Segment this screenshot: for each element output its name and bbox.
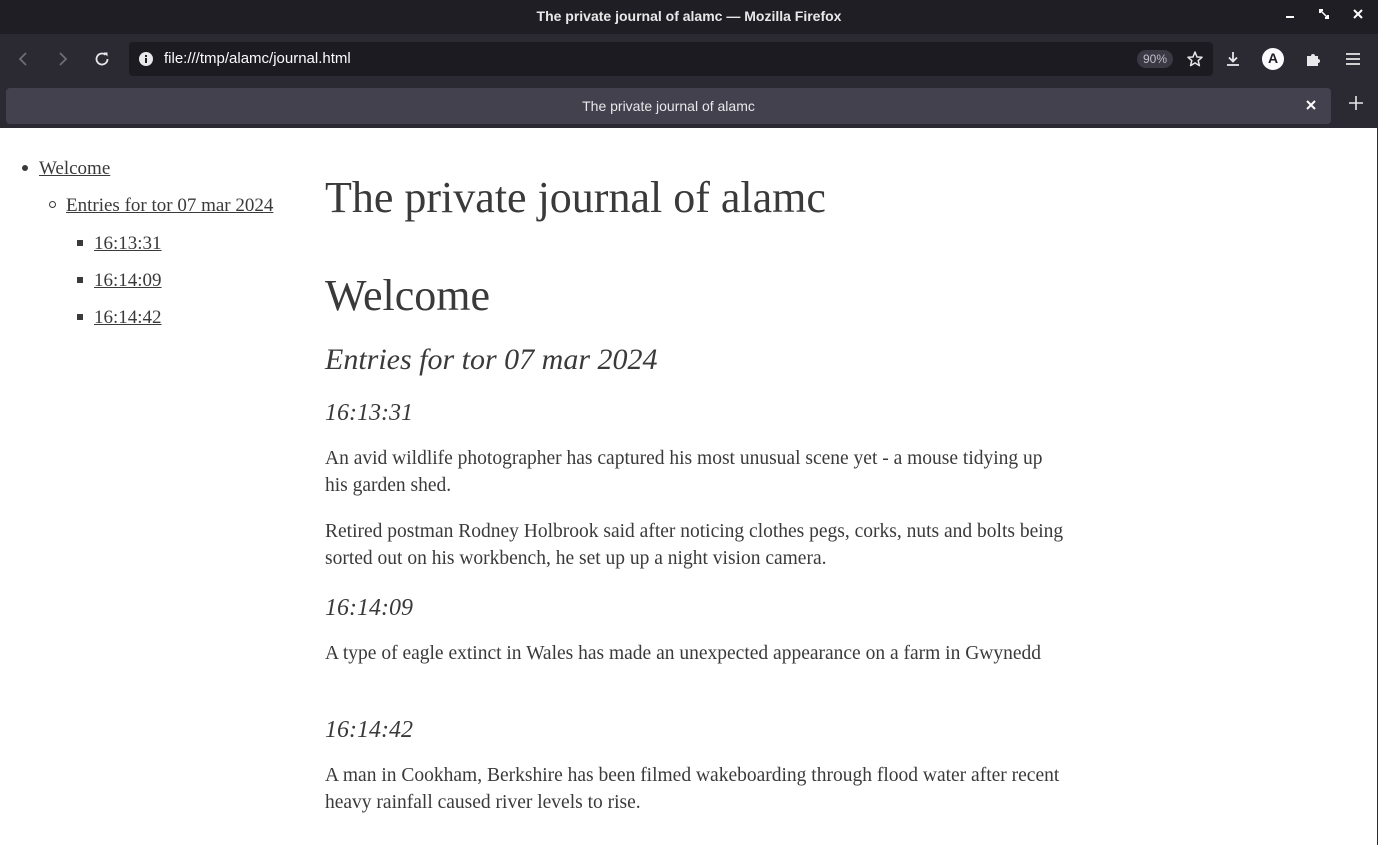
window-title: The private journal of alamc — Mozilla F… [536,8,842,24]
toc-item-welcome: Welcome [22,158,110,180]
toc-item-entry: 16:13:31 [77,233,162,255]
tab-strip: The private journal of alamc [0,84,1378,128]
tab-journal[interactable]: The private journal of alamc [6,88,1331,124]
bookmark-star-icon[interactable] [1186,50,1204,72]
info-icon[interactable] [138,51,154,71]
square-bullet [77,313,83,320]
entry-time-heading: 16:14:42 [325,717,413,743]
forward-icon[interactable] [50,47,74,71]
entry-time-heading: 16:14:09 [325,595,413,621]
toc-link-section[interactable]: Entries for tor 07 mar 2024 [66,195,273,216]
toc-link-entry-2[interactable]: 16:14:09 [94,270,162,291]
reload-icon[interactable] [90,47,114,71]
back-icon[interactable] [12,47,36,71]
extensions-puzzle-icon[interactable] [1301,47,1325,71]
page-title: The private journal of alamc [325,173,826,222]
url-text[interactable]: file:///tmp/alamc/journal.html [164,50,351,67]
entry-paragraph: A man in Cookham, Berkshire has been fil… [325,765,1060,813]
maximize-icon[interactable] [1314,7,1334,27]
downloads-icon[interactable] [1221,47,1245,71]
square-bullet [77,239,83,246]
circle-bullet [49,201,56,209]
entry-time-heading: 16:13:31 [325,400,413,426]
disc-bullet [22,164,28,171]
close-window-icon[interactable] [1348,7,1368,27]
account-avatar-icon[interactable]: A [1261,47,1285,71]
url-bar[interactable]: file:///tmp/alamc/journal.html 90% [129,42,1213,76]
navigation-toolbar: file:///tmp/alamc/journal.html 90% A [0,34,1378,84]
window-titlebar: The private journal of alamc — Mozilla F… [0,0,1378,34]
toc-item-entry: 16:14:09 [77,270,162,292]
entry-paragraph: A type of eagle extinct in Wales has mad… [325,643,1042,664]
welcome-heading: Welcome [325,271,491,320]
tab-close-icon[interactable] [1301,96,1321,116]
new-tab-plus-icon[interactable] [1344,94,1368,118]
toc-link-entry-1[interactable]: 16:13:31 [94,233,162,254]
page-content: Welcome Entries for tor 07 mar 2024 16:1… [0,128,1377,845]
entry-paragraph: An avid wildlife photographer has captur… [325,448,1043,496]
account-initial: A [1267,50,1279,66]
toc-item-section: Entries for tor 07 mar 2024 [49,195,273,217]
zoom-level-badge[interactable]: 90% [1136,50,1173,68]
square-bullet [77,276,83,283]
section-heading: Entries for tor 07 mar 2024 [325,343,658,376]
toc-link-welcome[interactable]: Welcome [39,158,110,179]
toc-item-entry: 16:14:42 [77,307,162,329]
menu-hamburger-icon[interactable] [1341,47,1365,71]
toc-link-entry-3[interactable]: 16:14:42 [94,307,162,328]
minimize-icon[interactable] [1280,7,1300,27]
tab-label[interactable]: The private journal of alamc [6,98,1331,114]
entry-paragraph: Retired postman Rodney Holbrook said aft… [325,521,1064,569]
